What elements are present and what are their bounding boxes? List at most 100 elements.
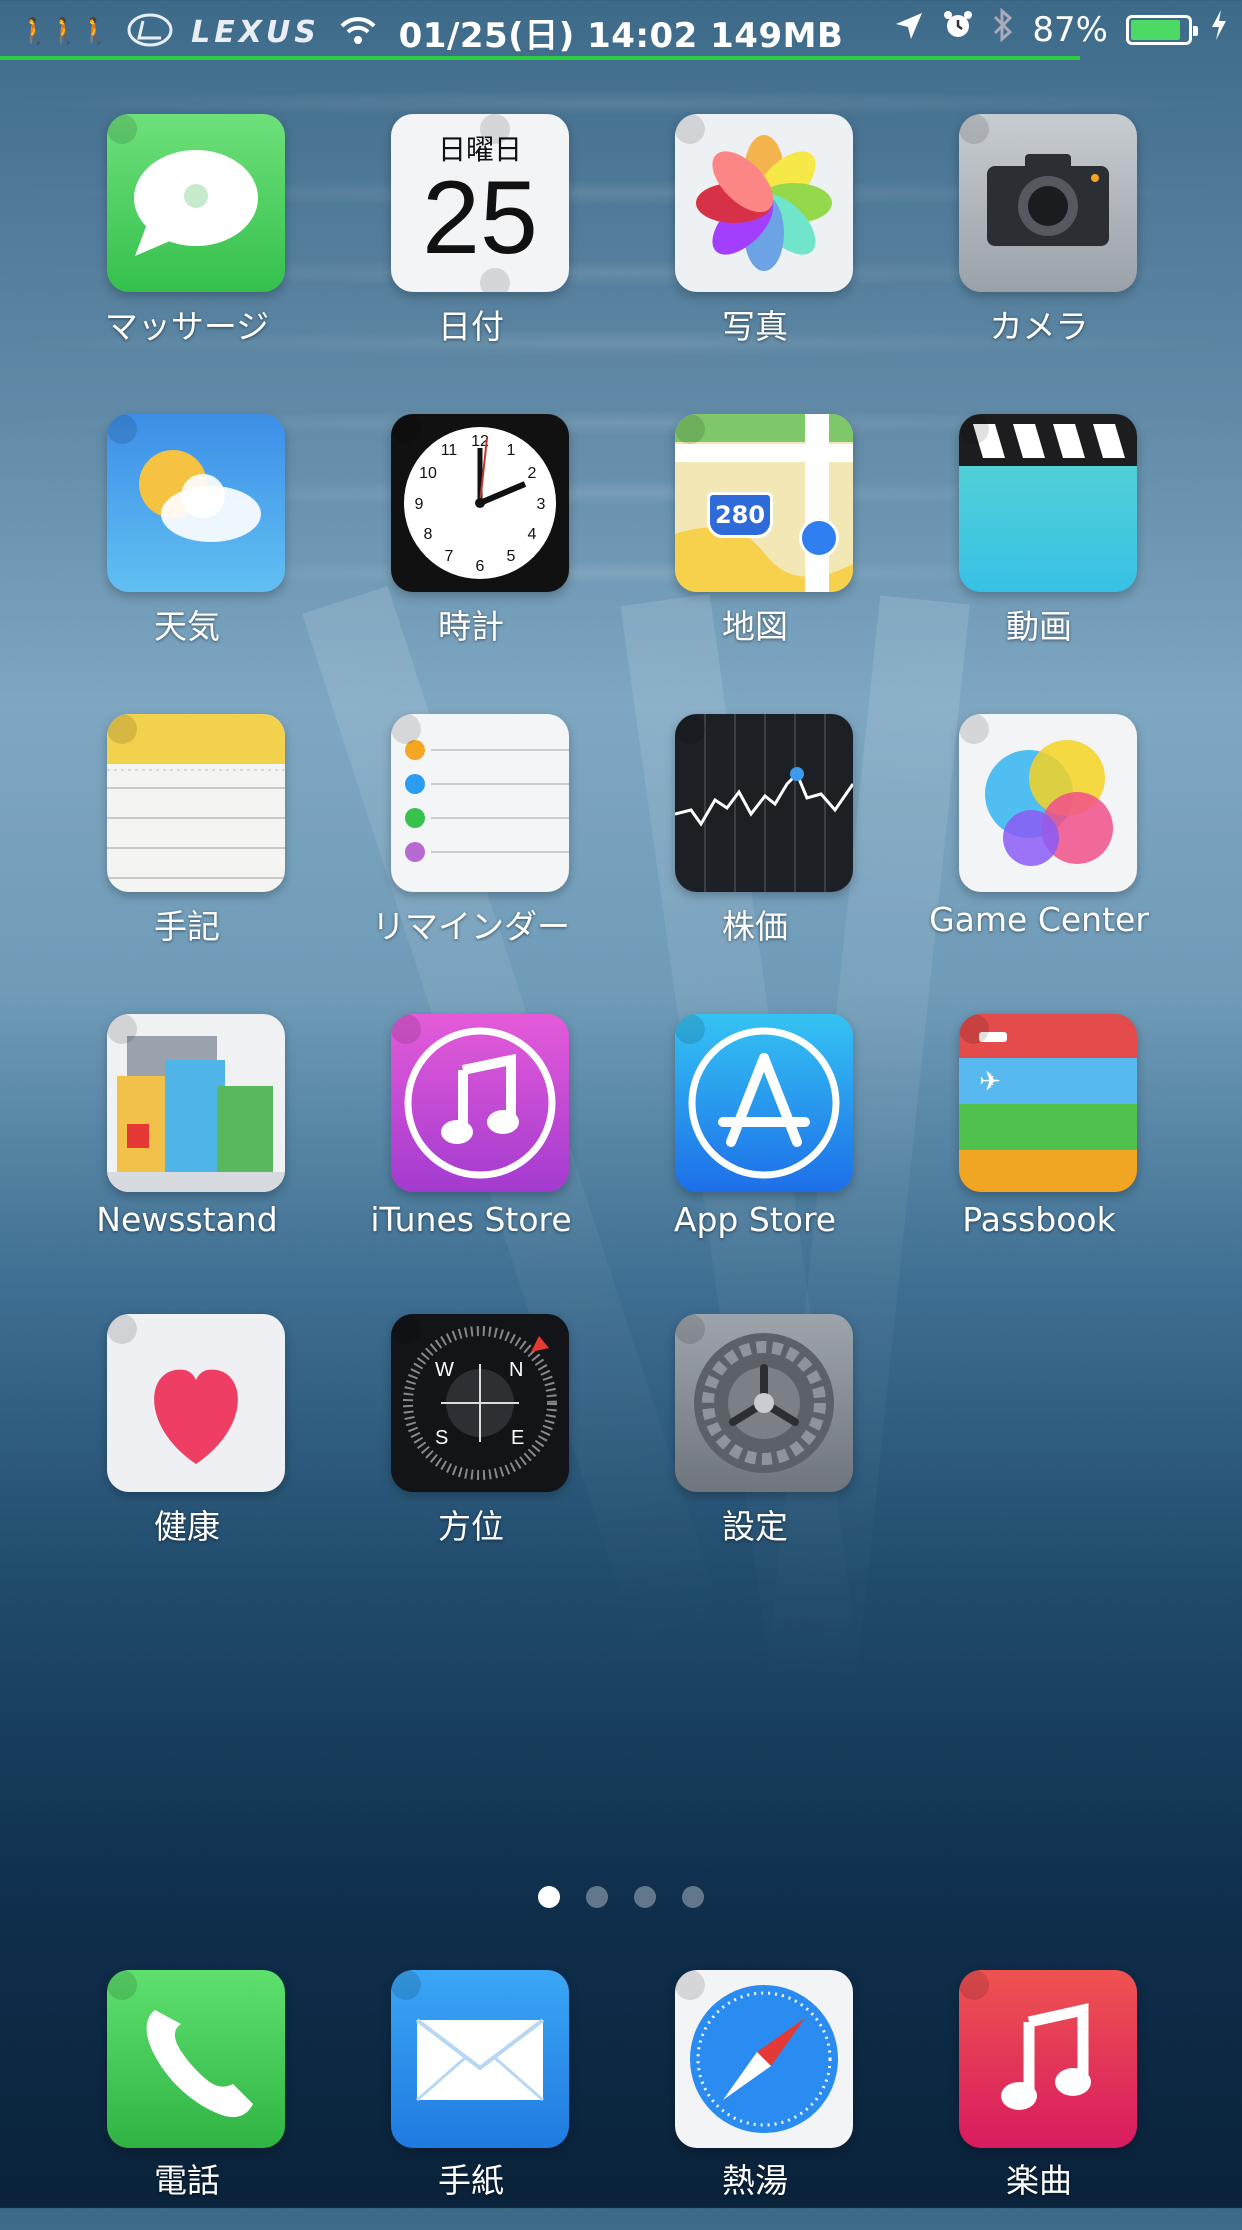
page-dot[interactable]	[682, 1886, 704, 1908]
app-reminders[interactable]: リマインダー	[371, 714, 571, 974]
app-label: カメラ	[989, 307, 1089, 346]
settings-icon	[675, 1314, 853, 1492]
app-label: 株価	[722, 907, 788, 946]
page-dot[interactable]	[586, 1886, 608, 1908]
dock-app-phone[interactable]: 電話	[87, 1970, 287, 2230]
app-label: 天気	[154, 607, 220, 646]
app-label: 熱湯	[722, 2161, 788, 2200]
svg-text:W: W	[435, 1359, 454, 1381]
page-dot[interactable]	[634, 1886, 656, 1908]
memory-progress-bar	[0, 56, 1080, 60]
svg-text:4: 4	[528, 526, 537, 543]
dock-app-music[interactable]: 楽曲	[939, 1970, 1139, 2230]
svg-text:1: 1	[507, 442, 516, 459]
app-label: 日付	[438, 307, 504, 346]
stocks-icon	[675, 714, 853, 892]
safari-icon	[675, 1970, 853, 2148]
bluetooth-icon	[992, 7, 1014, 51]
app-maps[interactable]: 280 地図	[655, 414, 855, 674]
status-bar: 🚶🚶🚶 LEXUS 01/25(日) 14:02 149MB 87%	[0, 0, 1242, 60]
charging-bolt-icon	[1210, 9, 1228, 50]
mail-icon	[391, 1970, 569, 2148]
camera-icon	[959, 114, 1137, 292]
svg-text:S: S	[435, 1427, 448, 1449]
svg-text:5: 5	[507, 548, 516, 565]
battery-percent: 87%	[1032, 9, 1108, 50]
dock-app-safari[interactable]: 熱湯	[655, 1970, 855, 2230]
svg-text:7: 7	[445, 548, 454, 565]
svg-text:✈: ✈	[979, 1067, 1001, 1097]
app-weather[interactable]: 天気	[87, 414, 287, 674]
app-calendar[interactable]: 日曜日 25 日付	[371, 114, 571, 374]
app-label: 写真	[722, 307, 788, 346]
app-game-center[interactable]: Game Center	[929, 714, 1149, 974]
music-icon	[959, 1970, 1137, 2148]
itunes-store-icon	[391, 1014, 569, 1192]
app-label: 時計	[438, 607, 504, 646]
app-label: Passbook	[962, 1200, 1116, 1239]
app-label: iTunes Store	[370, 1200, 572, 1239]
svg-text:E: E	[511, 1427, 524, 1449]
app-label: 楽曲	[1006, 2161, 1072, 2200]
maps-icon: 280	[675, 414, 853, 592]
app-messages[interactable]: マッサージ	[87, 114, 287, 374]
app-compass[interactable]: W N S E 方位	[371, 1314, 571, 1574]
app-stocks[interactable]: 株価	[655, 714, 855, 974]
app-label: Newsstand	[96, 1200, 278, 1239]
page-indicator[interactable]	[0, 1886, 1242, 1908]
svg-text:11: 11	[441, 442, 458, 459]
app-label: 健康	[154, 1507, 220, 1546]
app-videos[interactable]: 動画	[939, 414, 1139, 674]
app-label: リマインダー	[372, 907, 570, 946]
svg-text:8: 8	[424, 526, 433, 543]
app-label: Game Center	[929, 900, 1149, 939]
location-arrow-icon	[799, 518, 839, 558]
map-road-shield: 280	[707, 492, 773, 538]
photos-icon	[675, 114, 853, 292]
location-arrow-icon	[894, 10, 924, 50]
app-label: 手記	[154, 907, 220, 946]
app-label: 設定	[722, 1507, 788, 1546]
svg-text:N: N	[509, 1359, 523, 1381]
app-label: App Store	[673, 1200, 837, 1239]
app-label: 手紙	[438, 2161, 504, 2200]
dock-app-mail[interactable]: 手紙	[371, 1970, 571, 2230]
app-newsstand[interactable]: Newsstand	[87, 1014, 287, 1274]
app-label: マッサージ	[104, 307, 270, 346]
svg-text:2: 2	[528, 465, 537, 482]
battery-icon	[1126, 14, 1198, 45]
app-label: 動画	[1006, 607, 1072, 646]
app-label: 方位	[438, 1507, 504, 1546]
compass-icon: W N S E	[391, 1314, 569, 1492]
app-itunes-store[interactable]: iTunes Store	[370, 1014, 572, 1274]
svg-text:9: 9	[415, 496, 424, 513]
health-icon	[107, 1314, 285, 1492]
svg-text:10: 10	[419, 465, 437, 482]
app-clock[interactable]: 12 1 2 345 678 9 10 11 時計	[371, 414, 571, 674]
videos-icon	[959, 414, 1137, 592]
app-passbook[interactable]: ✈ Passbook	[939, 1014, 1139, 1274]
phone-icon	[107, 1970, 285, 2148]
app-notes[interactable]: 手記	[87, 714, 287, 974]
svg-text:3: 3	[537, 496, 546, 513]
newsstand-icon	[107, 1014, 285, 1192]
messages-icon	[107, 114, 285, 292]
page-dot[interactable]	[538, 1886, 560, 1908]
calendar-day: 25	[422, 160, 538, 276]
svg-text:6: 6	[476, 558, 485, 575]
weather-icon	[107, 414, 285, 592]
app-app-store[interactable]: App Store	[655, 1014, 855, 1274]
app-label: 地図	[722, 607, 788, 646]
app-health[interactable]: 健康	[87, 1314, 287, 1574]
clock-icon: 12 1 2 345 678 9 10 11	[391, 414, 569, 592]
app-settings[interactable]: 設定	[655, 1314, 855, 1574]
app-camera[interactable]: カメラ	[939, 114, 1139, 374]
calendar-icon: 日曜日 25	[391, 114, 569, 292]
game-center-icon	[959, 714, 1137, 892]
app-label: 電話	[154, 2161, 220, 2200]
notes-icon	[107, 714, 285, 892]
app-photos[interactable]: 写真	[655, 114, 855, 374]
alarm-icon	[942, 9, 974, 50]
passbook-icon: ✈	[959, 1014, 1137, 1192]
reminders-icon	[391, 714, 569, 892]
